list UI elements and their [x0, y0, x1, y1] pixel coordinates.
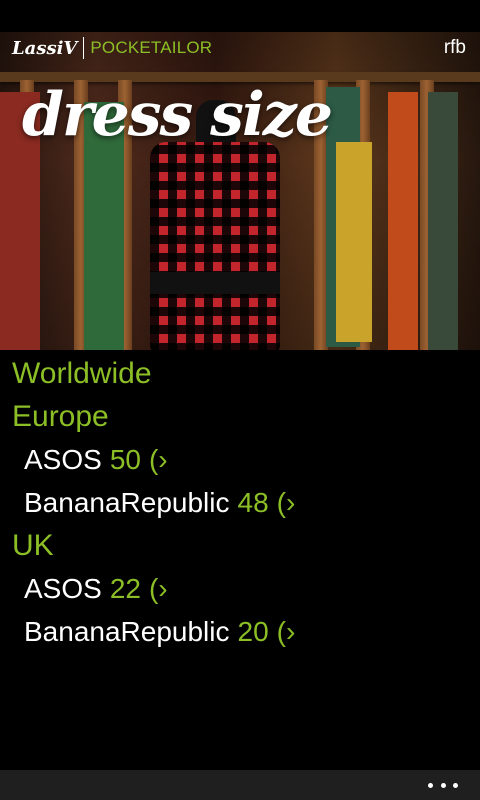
app-name: POCKETAILOR — [90, 38, 213, 57]
hanging-garment — [336, 142, 372, 342]
section-title-uk: UK — [12, 529, 54, 562]
brand-name: BananaRepublic — [24, 616, 230, 647]
brand-name: ASOS — [24, 573, 102, 604]
size-value: 20 — [237, 616, 269, 647]
app-header: LassiV POCKETAILOR — [12, 36, 212, 60]
brand-name: ASOS — [24, 444, 102, 475]
size-value: 48 — [237, 487, 269, 518]
brand-name: BananaRepublic — [24, 487, 230, 518]
chevron-right-icon: (› — [276, 616, 296, 647]
section-title-europe: Europe — [12, 400, 109, 433]
size-value: 22 — [109, 573, 141, 604]
size-row-uk-asos[interactable]: ASOS 22 (› — [0, 567, 480, 610]
status-bar — [0, 0, 480, 32]
page-title: dress size — [22, 80, 333, 150]
dot — [453, 782, 458, 788]
hanging-garment — [428, 92, 458, 350]
section-title-worldwide: Worldwide — [12, 357, 152, 390]
ellipsis-icon[interactable] — [428, 774, 458, 796]
dot — [440, 782, 446, 788]
dress-belt — [150, 272, 280, 294]
size-row-europe-bananarepublic[interactable]: BananaRepublic 48 (› — [0, 481, 480, 524]
size-value: 50 — [109, 444, 141, 475]
app-bar — [0, 770, 480, 800]
size-row-uk-bananarepublic[interactable]: BananaRepublic 20 (› — [0, 610, 480, 653]
chevron-right-icon: (› — [148, 573, 168, 604]
dot — [428, 782, 433, 788]
size-list: Worldwide Europe ASOS 50 (› BananaRepubl… — [0, 352, 480, 653]
checked-dress — [150, 142, 280, 350]
size-row-europe-asos[interactable]: ASOS 50 (› — [0, 438, 480, 481]
hanging-garment — [388, 92, 418, 350]
chevron-right-icon: (› — [276, 487, 296, 518]
header-divider — [83, 37, 85, 59]
brand-logo: LassiV — [12, 37, 78, 59]
user-initials[interactable]: rfb — [444, 37, 466, 59]
chevron-right-icon: (› — [148, 444, 168, 475]
